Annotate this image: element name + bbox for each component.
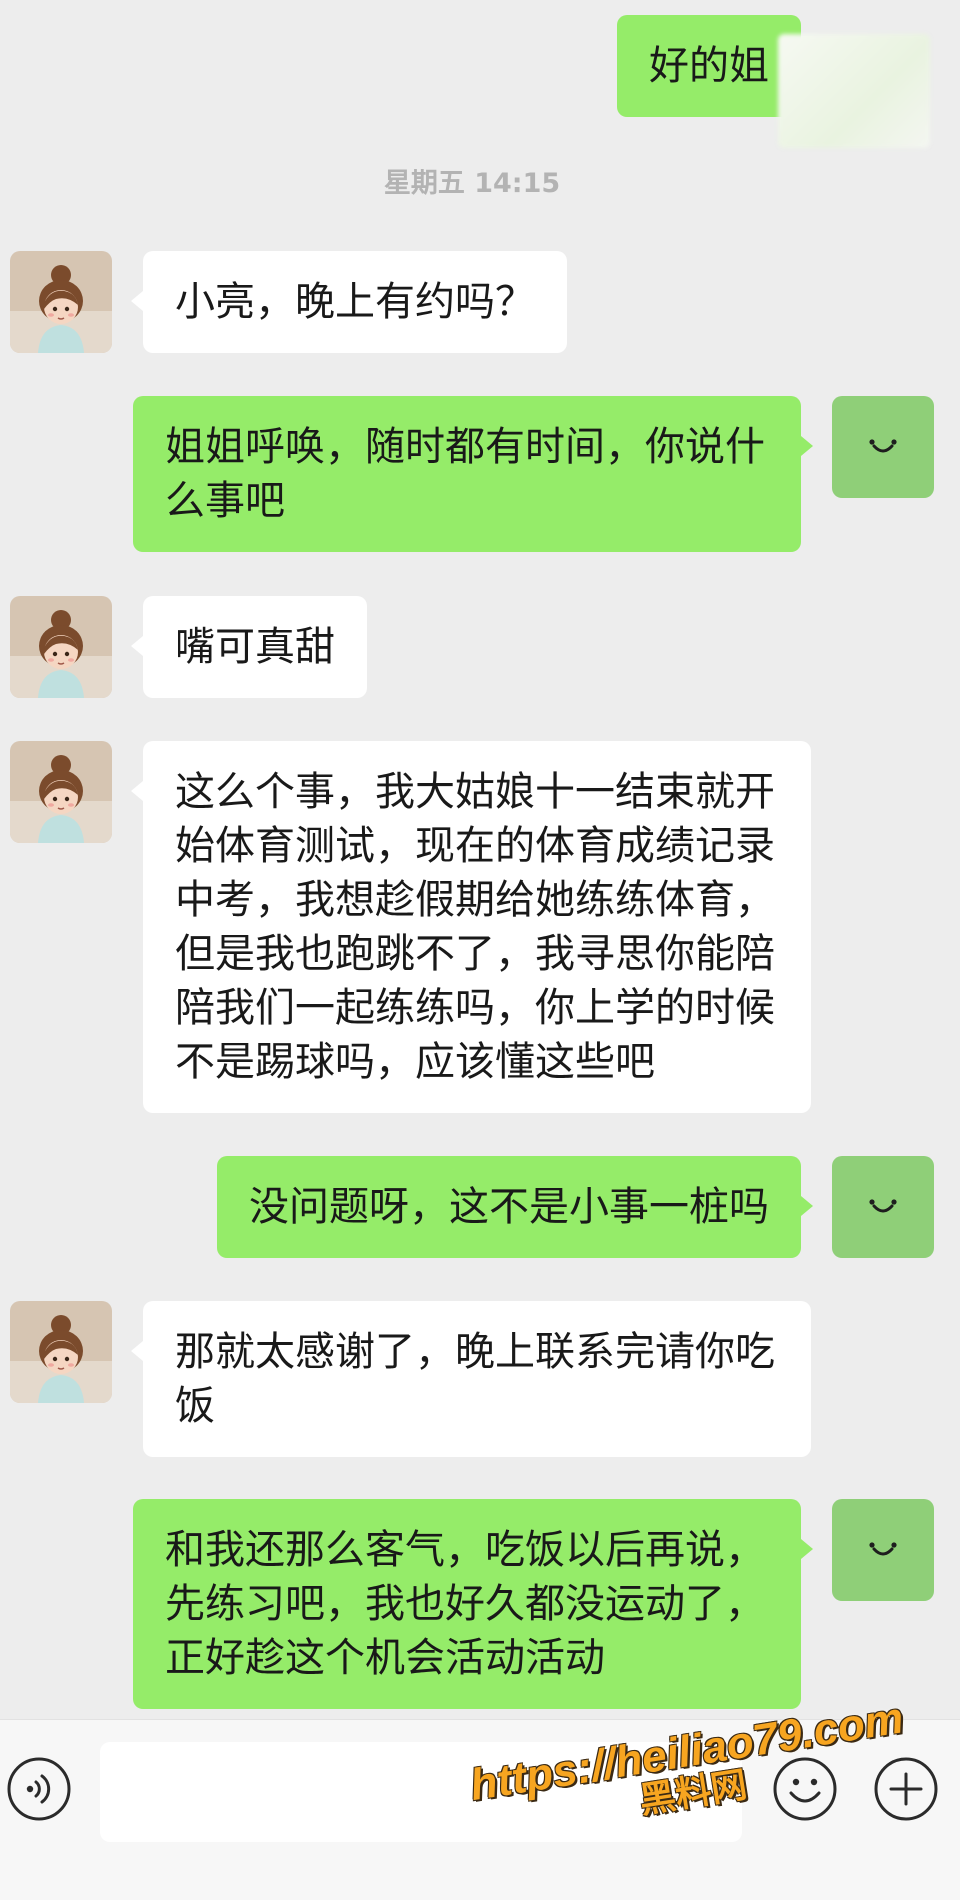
message-text: 那就太感谢了，晚上联系完请你吃饭 — [175, 1329, 775, 1429]
message-text: 小亮，晚上有约吗？ — [175, 279, 535, 325]
message-bubble[interactable]: 这么个事，我大姑娘十一结束就开始体育测试，现在的体育成绩记录中考，我想趁假期给她… — [131, 741, 811, 1113]
contact-avatar[interactable] — [10, 1301, 112, 1403]
emoji-icon[interactable] — [772, 1756, 838, 1822]
message-row: 这么个事，我大姑娘十一结束就开始体育测试，现在的体育成绩记录中考，我想趁假期给她… — [0, 741, 960, 1113]
message-bubble[interactable]: 好的姐 — [617, 15, 801, 117]
self-avatar[interactable] — [832, 396, 934, 498]
message-text: 和我还那么客气，吃饭以后再说，先练习吧，我也好久都没运动了，正好趁这个机会活动活… — [165, 1527, 765, 1681]
message-row: 小亮，晚上有约吗？ — [0, 251, 960, 353]
girl-avatar-image — [10, 596, 112, 698]
message-text: 没问题呀，这不是小事一桩吗 — [249, 1184, 769, 1230]
message-bubble[interactable]: 小亮，晚上有约吗？ — [131, 251, 567, 353]
smiley-avatar-image — [832, 396, 934, 498]
chat-timestamp: 星期五 14:15 — [383, 168, 561, 199]
girl-avatar-image — [10, 741, 112, 843]
message-row: 嘴可真甜 — [0, 596, 960, 698]
smiley-avatar-image — [832, 1499, 934, 1601]
message-text: 这么个事，我大姑娘十一结束就开始体育测试，现在的体育成绩记录中考，我想趁假期给她… — [175, 769, 775, 1085]
input-bar — [0, 1719, 960, 1900]
girl-avatar-image — [10, 251, 112, 353]
message-bubble[interactable]: 姐姐呼唤，随时都有时间，你说什么事吧 — [133, 396, 813, 552]
plus-icon[interactable] — [873, 1756, 939, 1822]
contact-avatar[interactable] — [10, 596, 112, 698]
smiley-avatar-image — [832, 1156, 934, 1258]
self-avatar[interactable] — [832, 1499, 934, 1601]
message-row: 那就太感谢了，晚上联系完请你吃饭 — [0, 1301, 960, 1457]
message-text: 嘴可真甜 — [175, 624, 335, 670]
girl-avatar-image — [10, 1301, 112, 1403]
message-bubble[interactable]: 那就太感谢了，晚上联系完请你吃饭 — [131, 1301, 811, 1457]
message-row: 姐姐呼唤，随时都有时间，你说什么事吧 — [0, 396, 960, 552]
message-row: 没问题呀，这不是小事一桩吗 — [0, 1156, 960, 1258]
message-text: 好的姐 — [649, 43, 769, 89]
message-row: 好的姐 — [0, 15, 960, 117]
message-input[interactable] — [100, 1742, 742, 1842]
self-avatar[interactable] — [832, 1156, 934, 1258]
message-bubble[interactable]: 嘴可真甜 — [131, 596, 367, 698]
message-bubble[interactable]: 和我还那么客气，吃饭以后再说，先练习吧，我也好久都没运动了，正好趁这个机会活动活… — [133, 1499, 813, 1709]
message-row: 和我还那么客气，吃饭以后再说，先练习吧，我也好久都没运动了，正好趁这个机会活动活… — [0, 1499, 960, 1709]
contact-avatar[interactable] — [10, 251, 112, 353]
voice-icon[interactable] — [6, 1756, 72, 1822]
message-bubble[interactable]: 没问题呀，这不是小事一桩吗 — [217, 1156, 813, 1258]
contact-avatar[interactable] — [10, 741, 112, 843]
blurred-avatar — [778, 34, 930, 148]
message-text: 姐姐呼唤，随时都有时间，你说什么事吧 — [165, 424, 765, 524]
